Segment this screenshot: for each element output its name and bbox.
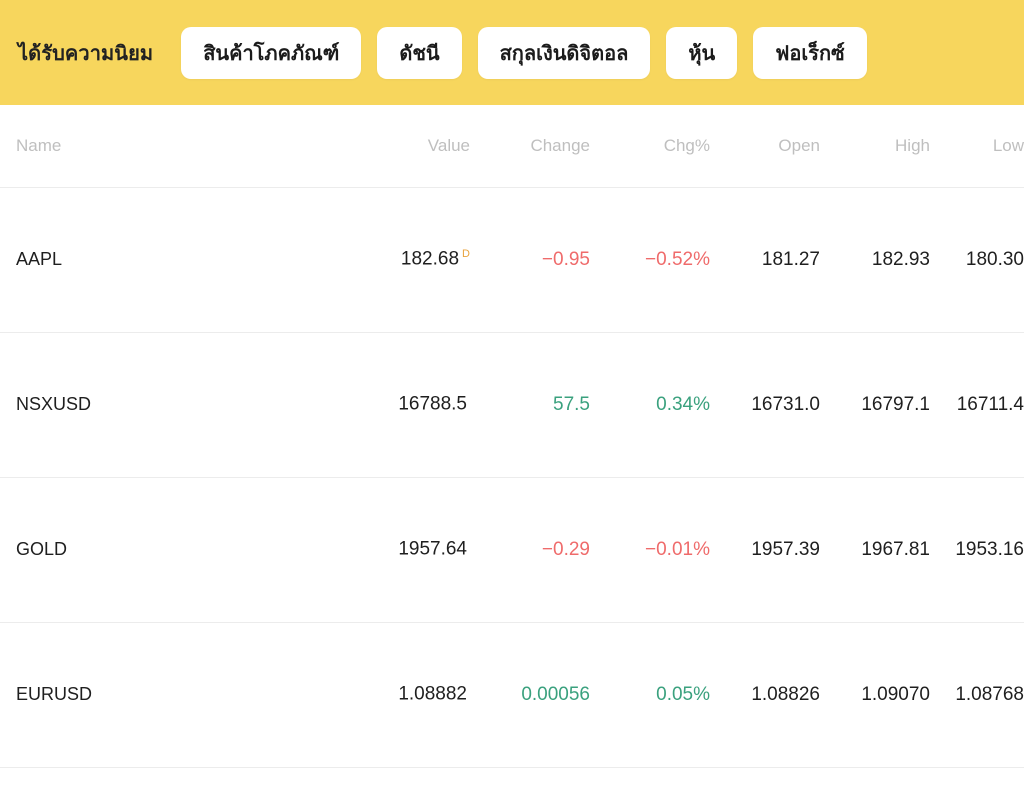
symbol-change-percent: −0.01% — [645, 538, 710, 560]
column-header-chgpct[interactable]: Chg% — [590, 105, 710, 187]
value-text: 16788.5 — [398, 393, 467, 415]
value-flag-icon: D — [462, 248, 470, 261]
symbol-change-percent: −0.52% — [645, 248, 710, 270]
tab-forex[interactable]: ฟอเร็กซ์ — [753, 26, 867, 79]
symbol-open: 181.27 — [761, 248, 820, 270]
symbol-high: 16797.1 — [861, 393, 930, 415]
symbol-open: 1.08826 — [751, 683, 820, 705]
table-row[interactable]: EURUSD 1.08882 0.00056 0.05% 1.08826 1.0… — [0, 622, 1024, 767]
symbol-low: 1.08768 — [955, 683, 1024, 705]
column-header-change[interactable]: Change — [470, 105, 590, 187]
symbol-change: 0.00056 — [521, 683, 590, 705]
table-header-row: Name Value Change Chg% Open High Low — [0, 105, 1024, 187]
table-row[interactable]: AAPL 182.68 D −0.95 −0.52% 181.27 182.93 … — [0, 187, 1024, 332]
symbol-change: 57.5 — [553, 393, 590, 415]
column-header-low[interactable]: Low — [930, 105, 1024, 187]
symbol-name[interactable]: NSXUSD — [0, 332, 340, 477]
table-row[interactable]: NSXUSD 16788.5 57.5 0.34% 16731.0 16797.… — [0, 332, 1024, 477]
value-text: 1.08882 — [398, 683, 467, 705]
symbol-name[interactable]: EURUSD — [0, 622, 340, 767]
column-header-open[interactable]: Open — [710, 105, 820, 187]
column-header-value[interactable]: Value — [340, 105, 470, 187]
tab-commodities[interactable]: สินค้าโภคภัณฑ์ — [181, 26, 362, 79]
symbol-change: −0.95 — [541, 248, 590, 270]
category-title: ได้รับความนิยม — [18, 42, 154, 65]
symbol-open: 1957.39 — [751, 538, 820, 560]
table-row[interactable]: GOLD 1957.64 −0.29 −0.01% 1957.39 1967.8… — [0, 477, 1024, 622]
symbol-value: 1.08882 — [340, 622, 470, 767]
column-header-name[interactable]: Name — [0, 105, 340, 187]
symbol-change-percent: 0.05% — [656, 683, 710, 705]
value-text: 1957.64 — [398, 538, 467, 560]
tab-stocks[interactable]: หุ้น — [666, 26, 738, 79]
value-text: 182.68 — [400, 248, 460, 270]
category-bar: ได้รับความนิยม สินค้าโภคภัณฑ์ ดัชนี สกุล… — [0, 0, 1024, 105]
symbol-low: 1953.16 — [955, 538, 1024, 560]
quotes-table: Name Value Change Chg% Open High Low AAP… — [0, 105, 1024, 768]
table-header: Name Value Change Chg% Open High Low — [0, 105, 1024, 187]
tab-cryptocurrency[interactable]: สกุลเงินดิจิตอล — [477, 26, 651, 79]
symbol-low: 180.30 — [965, 248, 1024, 270]
table-body: AAPL 182.68 D −0.95 −0.52% 181.27 182.93 … — [0, 187, 1024, 767]
symbol-open: 16731.0 — [751, 393, 820, 415]
tab-indices[interactable]: ดัชนี — [377, 26, 462, 79]
symbol-name[interactable]: GOLD — [0, 477, 340, 622]
symbol-name[interactable]: AAPL — [0, 187, 340, 332]
symbol-value: 182.68 D — [340, 187, 470, 332]
symbol-change: −0.29 — [541, 538, 590, 560]
symbol-high: 1967.81 — [861, 538, 930, 560]
column-header-high[interactable]: High — [820, 105, 930, 187]
symbol-value: 1957.64 — [340, 477, 470, 622]
category-tab-list: สินค้าโภคภัณฑ์ ดัชนี สกุลเงินดิจิตอล หุ้… — [181, 26, 867, 79]
symbol-value: 16788.5 — [340, 332, 470, 477]
symbol-low: 16711.4 — [956, 393, 1024, 415]
symbol-change-percent: 0.34% — [656, 393, 710, 415]
symbol-high: 1.09070 — [861, 683, 930, 705]
symbol-high: 182.93 — [871, 248, 930, 270]
